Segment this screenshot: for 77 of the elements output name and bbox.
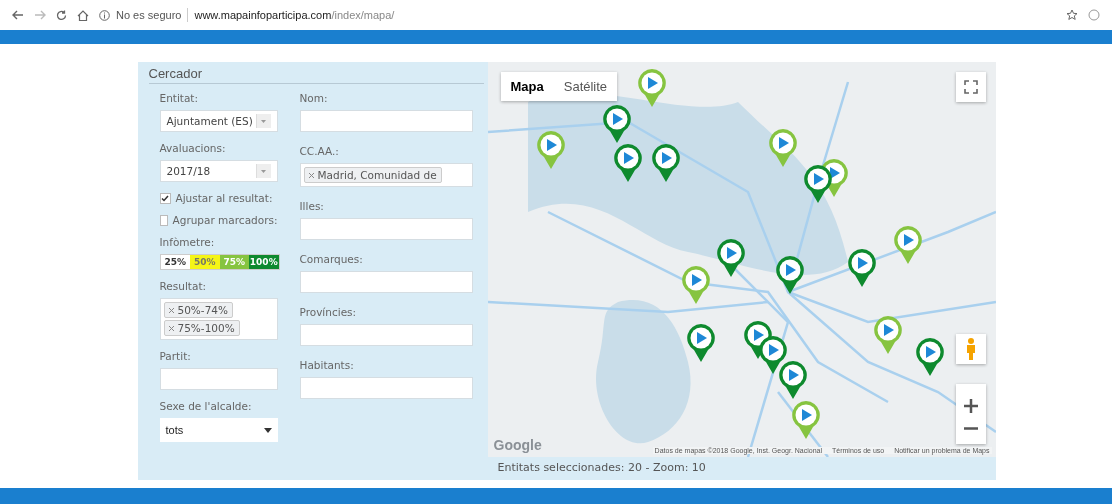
caret-icon bbox=[261, 119, 266, 123]
map-marker[interactable] bbox=[803, 165, 832, 203]
field-label: Agrupar marcadors: bbox=[172, 214, 278, 226]
star-icon[interactable] bbox=[1066, 9, 1078, 21]
map-marker[interactable] bbox=[768, 129, 797, 167]
url-field[interactable]: www.mapainfoparticipa.com/index/mapa/ bbox=[194, 9, 395, 21]
field-label: Resultat: bbox=[159, 280, 208, 292]
home-icon[interactable] bbox=[77, 9, 89, 21]
caret-icon bbox=[263, 427, 272, 433]
input-field[interactable] bbox=[299, 110, 473, 132]
zoom-in-icon[interactable] bbox=[963, 398, 978, 413]
field-label: Sexe de l'alcalde: bbox=[159, 400, 253, 412]
tag-chip[interactable]: 50%-74% bbox=[163, 302, 233, 318]
remove-icon[interactable] bbox=[168, 307, 174, 313]
input-field[interactable] bbox=[299, 218, 473, 240]
field-label: Infòmetre: bbox=[159, 236, 216, 248]
map-marker[interactable] bbox=[613, 144, 642, 182]
legend-item: 50% bbox=[190, 255, 220, 269]
caret-icon bbox=[261, 169, 266, 173]
map-marker[interactable] bbox=[893, 226, 922, 264]
fullscreen-icon[interactable] bbox=[963, 80, 978, 94]
map-marker[interactable] bbox=[536, 131, 565, 169]
tag-chip[interactable]: Madrid, Comunidad de bbox=[303, 167, 442, 183]
map-marker[interactable] bbox=[758, 336, 787, 374]
map-marker[interactable] bbox=[651, 144, 680, 182]
map-marker[interactable] bbox=[775, 256, 804, 294]
map-marker[interactable] bbox=[686, 324, 715, 362]
field-label: Nom: bbox=[299, 92, 329, 104]
tag-field[interactable]: Madrid, Comunidad de bbox=[299, 163, 473, 187]
map-marker[interactable] bbox=[873, 316, 902, 354]
field-label: Províncies: bbox=[299, 306, 358, 318]
map-marker[interactable] bbox=[847, 249, 876, 287]
select-field[interactable]: 2017/18 bbox=[159, 160, 278, 182]
map-marker[interactable] bbox=[778, 361, 807, 399]
legend-item: 25% bbox=[160, 255, 190, 269]
legend-item: 100% bbox=[249, 255, 279, 269]
tag-field[interactable]: 50%-74% 75%-100% bbox=[159, 298, 278, 340]
extension-icon[interactable] bbox=[1088, 9, 1100, 21]
zoom-out-icon[interactable] bbox=[963, 426, 978, 430]
map-marker[interactable] bbox=[681, 266, 710, 304]
info-icon[interactable] bbox=[99, 9, 110, 21]
remove-icon[interactable] bbox=[308, 172, 314, 178]
map-type-tab[interactable]: Satélite bbox=[553, 72, 618, 101]
select-field[interactable]: Ajuntament (ES) bbox=[159, 110, 278, 132]
checkbox[interactable] bbox=[159, 214, 168, 226]
legend-item: 75% bbox=[219, 255, 249, 269]
status-text: Entitats seleccionades: 20 - Zoom: 10 bbox=[496, 460, 707, 474]
map-marker[interactable] bbox=[602, 105, 631, 143]
field-label: Ajustar al resultat: bbox=[175, 192, 273, 204]
map-marker[interactable] bbox=[791, 401, 820, 439]
map-logo: Google bbox=[493, 437, 542, 453]
field-label: Avaluacions: bbox=[159, 142, 227, 154]
forward-icon[interactable] bbox=[34, 10, 46, 20]
field-label: Illes: bbox=[299, 200, 325, 212]
reload-icon[interactable] bbox=[56, 9, 67, 21]
security-label: No es seguro bbox=[116, 9, 182, 21]
field-label: Comarques: bbox=[299, 253, 364, 265]
input-field[interactable] bbox=[299, 271, 473, 293]
select-field[interactable]: tots bbox=[159, 418, 278, 442]
panel-title: Cercador bbox=[148, 66, 484, 84]
map-marker[interactable] bbox=[716, 239, 745, 277]
map-drawing[interactable] bbox=[487, 62, 996, 457]
person-icon[interactable] bbox=[965, 338, 976, 360]
tag-chip[interactable]: 75%-100% bbox=[163, 320, 240, 336]
input-field[interactable] bbox=[159, 368, 278, 390]
map-marker[interactable] bbox=[637, 69, 666, 107]
field-label: Habitants: bbox=[299, 359, 355, 371]
back-icon[interactable] bbox=[12, 10, 24, 20]
map-type-tab[interactable]: Mapa bbox=[500, 72, 554, 101]
field-label: CC.AA.: bbox=[299, 145, 340, 157]
input-field[interactable] bbox=[299, 377, 473, 399]
field-label: Partit: bbox=[159, 350, 192, 362]
map-marker[interactable] bbox=[915, 338, 944, 376]
field-label: Entitat: bbox=[159, 92, 200, 104]
checkbox[interactable] bbox=[159, 192, 171, 204]
input-field[interactable] bbox=[299, 324, 473, 346]
remove-icon[interactable] bbox=[168, 325, 174, 331]
